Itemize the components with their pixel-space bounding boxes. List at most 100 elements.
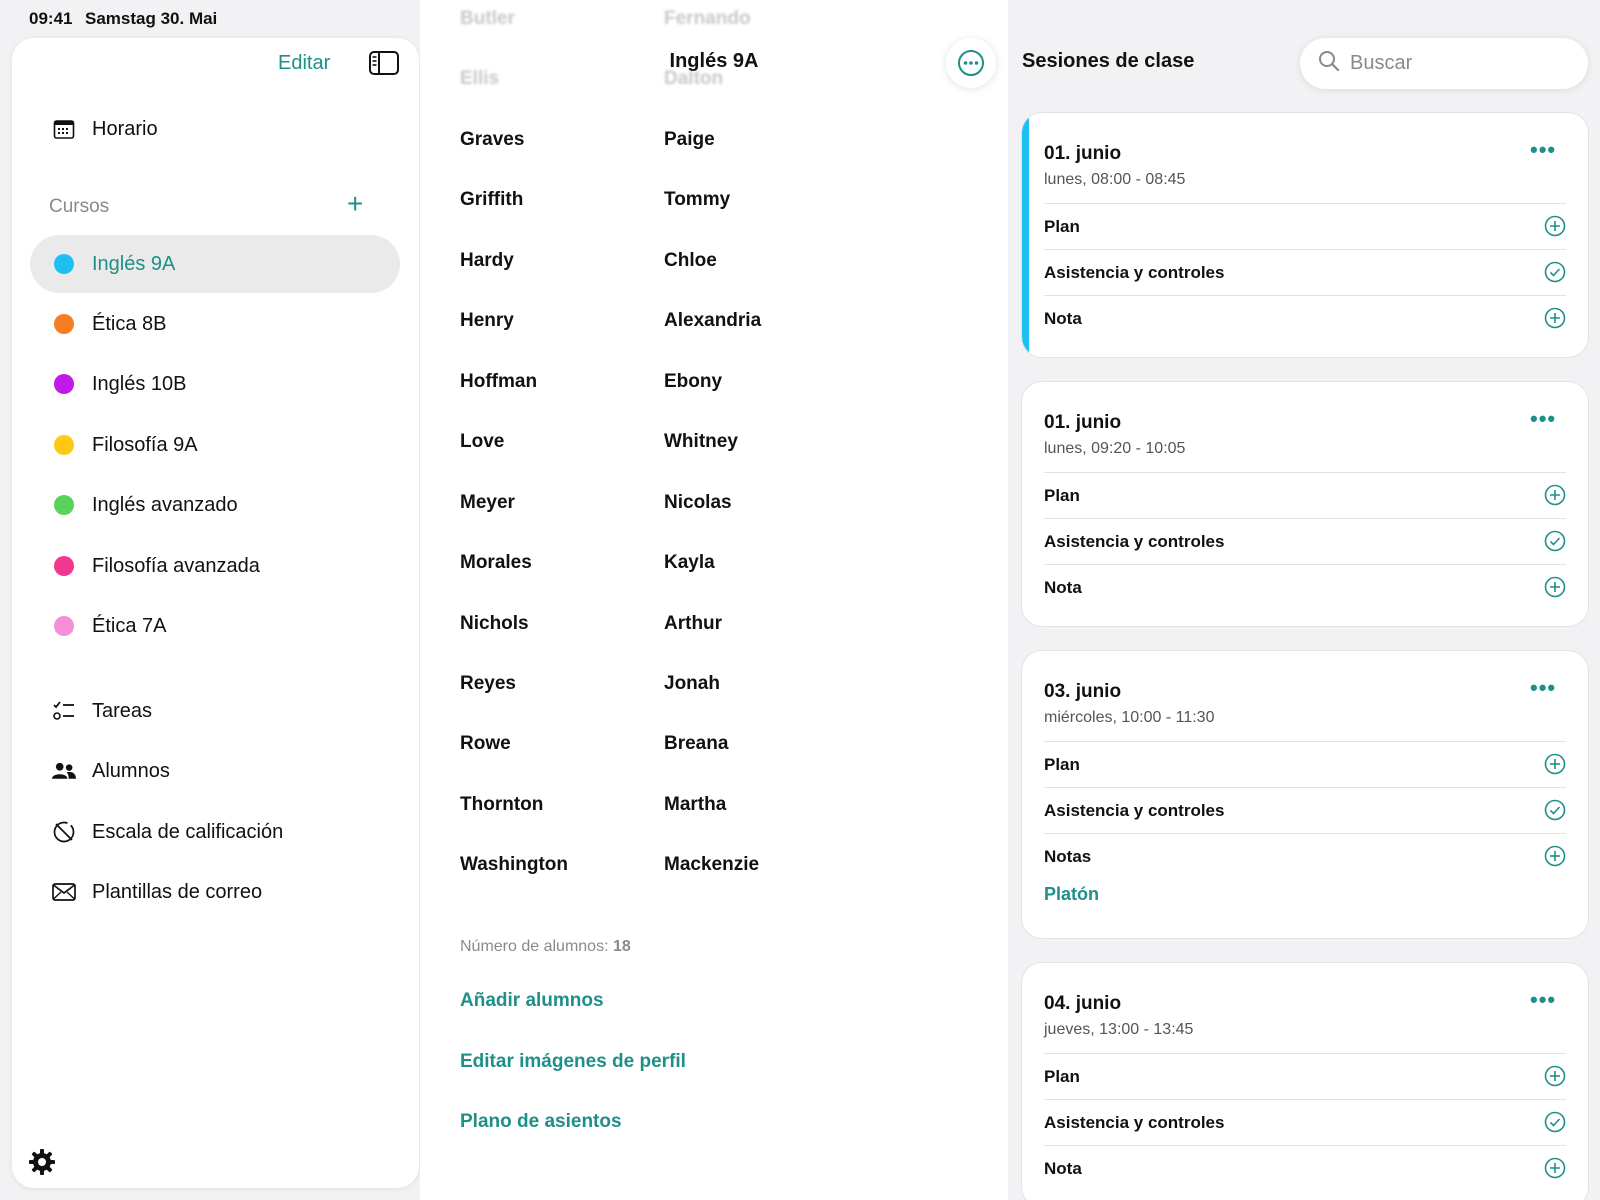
session-more-icon[interactable]: ••• xyxy=(1530,675,1556,701)
first-name: Alexandria xyxy=(664,310,762,331)
note-link[interactable]: Platón xyxy=(1044,884,1099,905)
add-course-icon[interactable]: + xyxy=(347,190,363,218)
faded-first-name: Fernando xyxy=(664,8,751,29)
sidebar-item-students[interactable]: Alumnos xyxy=(12,742,419,800)
student-row[interactable]: Hardy Chloe xyxy=(460,241,980,281)
student-row[interactable]: Griffith Tommy xyxy=(460,180,980,220)
session-plan-row[interactable]: Plan xyxy=(1044,741,1566,787)
student-list-panel: Butler Fernando Ellis Dalton Inglés 9A G… xyxy=(420,0,1008,1200)
checkmark-circle-icon[interactable] xyxy=(1544,261,1566,288)
sidebar-course-ingles-9a[interactable]: Inglés 9A xyxy=(30,235,400,293)
last-name: Hoffman xyxy=(460,371,538,392)
last-name: Love xyxy=(460,431,505,452)
course-color-dot xyxy=(54,254,74,274)
grading-scale-icon xyxy=(52,820,76,844)
session-attendance-row[interactable]: Asistencia y controles xyxy=(1044,787,1566,833)
course-color-dot xyxy=(54,616,74,636)
session-card[interactable]: 04. junio jueves, 13:00 - 13:45 ••• Plan… xyxy=(1022,963,1588,1200)
session-plan-row[interactable]: Plan xyxy=(1044,472,1566,518)
status-date: Samstag 30. Mai xyxy=(85,9,218,28)
plus-circle-icon[interactable] xyxy=(1544,484,1566,511)
plus-circle-icon[interactable] xyxy=(1544,753,1566,780)
session-notes-row[interactable]: Nota xyxy=(1044,1145,1566,1191)
session-attendance-row[interactable]: Asistencia y controles xyxy=(1044,1099,1566,1145)
sidebar-course-etica-7a[interactable]: Ética 7A xyxy=(30,597,400,655)
checkmark-circle-icon[interactable] xyxy=(1544,1111,1566,1138)
plus-circle-icon[interactable] xyxy=(1544,1065,1566,1092)
plus-circle-icon[interactable] xyxy=(1544,1157,1566,1184)
student-row[interactable]: Nichols Arthur xyxy=(460,604,980,644)
course-color-dot xyxy=(54,374,74,394)
first-name: Kayla xyxy=(664,552,715,573)
envelope-icon xyxy=(52,880,76,904)
sidebar-item-schedule[interactable]: Horario xyxy=(12,100,419,158)
sidebar-course-ingles-10b[interactable]: Inglés 10B xyxy=(30,355,400,413)
student-row[interactable]: Thornton Martha xyxy=(460,785,980,825)
last-name: Washington xyxy=(460,854,568,875)
first-name: Jonah xyxy=(664,673,720,694)
student-row[interactable]: Reyes Jonah xyxy=(460,664,980,704)
course-label: Inglés avanzado xyxy=(92,493,238,516)
seating-plan-link[interactable]: Plano de asientos xyxy=(460,1111,622,1133)
session-more-icon[interactable]: ••• xyxy=(1530,137,1556,163)
status-time: 09:41 xyxy=(29,9,73,28)
session-card[interactable]: 01. junio lunes, 09:20 - 10:05 ••• Plan … xyxy=(1022,382,1588,626)
row-label: Nota xyxy=(1044,308,1082,328)
sidebar-item-grading-scale[interactable]: Escala de calificación xyxy=(12,803,419,861)
course-color-dot xyxy=(54,495,74,515)
sidebar-course-ingles-avanzado[interactable]: Inglés avanzado xyxy=(30,476,400,534)
checkmark-circle-icon[interactable] xyxy=(1544,530,1566,557)
student-row[interactable]: Graves Paige xyxy=(460,120,980,160)
session-notes-row[interactable]: Nota xyxy=(1044,564,1566,610)
last-name: Graves xyxy=(460,129,525,150)
sidebar-item-email-templates[interactable]: Plantillas de correo xyxy=(12,863,419,921)
plus-circle-icon[interactable] xyxy=(1544,215,1566,242)
more-options-button[interactable] xyxy=(946,38,996,88)
student-row[interactable]: Meyer Nicolas xyxy=(460,483,980,523)
edit-profile-images-link[interactable]: Editar imágenes de perfil xyxy=(460,1051,686,1073)
session-notes-row[interactable]: Nota xyxy=(1044,295,1566,341)
session-plan-row[interactable]: Plan xyxy=(1044,1053,1566,1099)
plus-circle-icon[interactable] xyxy=(1544,576,1566,603)
sidebar-course-filosofia-9a[interactable]: Filosofía 9A xyxy=(30,416,400,474)
session-attendance-row[interactable]: Asistencia y controles xyxy=(1044,249,1566,295)
student-row[interactable]: Love Whitney xyxy=(460,422,980,462)
student-row[interactable]: Morales Kayla xyxy=(460,543,980,583)
sidebar-course-filosofia-avanzada[interactable]: Filosofía avanzada xyxy=(30,537,400,595)
course-color-dot xyxy=(54,314,74,334)
sidebar-course-etica-8b[interactable]: Ética 8B xyxy=(30,295,400,353)
student-row[interactable]: Henry Alexandria xyxy=(460,301,980,341)
row-label: Nota xyxy=(1044,577,1082,597)
session-date: 03. junio xyxy=(1044,681,1122,702)
sidebar-item-label: Alumnos xyxy=(92,759,170,782)
session-attendance-row[interactable]: Asistencia y controles xyxy=(1044,518,1566,564)
first-name: Chloe xyxy=(664,250,717,271)
first-name: Martha xyxy=(664,794,727,815)
student-row[interactable]: Rowe Breana xyxy=(460,724,980,764)
session-card[interactable]: 01. junio lunes, 08:00 - 08:45 ••• Plan … xyxy=(1022,113,1588,357)
student-row[interactable]: Hoffman Ebony xyxy=(460,362,980,402)
checklist-icon xyxy=(52,699,76,723)
sessions-title: Sesiones de clase xyxy=(1022,50,1195,72)
session-notes-row[interactable]: Notas xyxy=(1044,833,1566,879)
sidebar-item-tasks[interactable]: Tareas xyxy=(12,682,419,740)
edit-button[interactable]: Editar xyxy=(278,52,330,75)
session-time: miércoles, 10:00 - 11:30 xyxy=(1044,709,1215,726)
search-input[interactable]: Buscar xyxy=(1300,38,1588,89)
ellipsis-circle-icon xyxy=(958,50,984,76)
session-more-icon[interactable]: ••• xyxy=(1530,987,1556,1013)
checkmark-circle-icon[interactable] xyxy=(1544,799,1566,826)
session-plan-row[interactable]: Plan xyxy=(1044,203,1566,249)
faded-last-name: Butler xyxy=(460,8,515,29)
course-color-dot xyxy=(54,556,74,576)
plus-circle-icon[interactable] xyxy=(1544,845,1566,872)
session-more-icon[interactable]: ••• xyxy=(1530,406,1556,432)
sidebar-toggle-icon[interactable] xyxy=(368,50,400,81)
add-students-link[interactable]: Añadir alumnos xyxy=(460,990,604,1012)
calendar-icon xyxy=(52,117,76,141)
plus-circle-icon[interactable] xyxy=(1544,307,1566,334)
settings-gear-icon[interactable] xyxy=(28,1148,56,1181)
last-name: Henry xyxy=(460,310,514,331)
session-card[interactable]: 03. junio miércoles, 10:00 - 11:30 ••• P… xyxy=(1022,651,1588,938)
student-row[interactable]: Washington Mackenzie xyxy=(460,845,980,885)
